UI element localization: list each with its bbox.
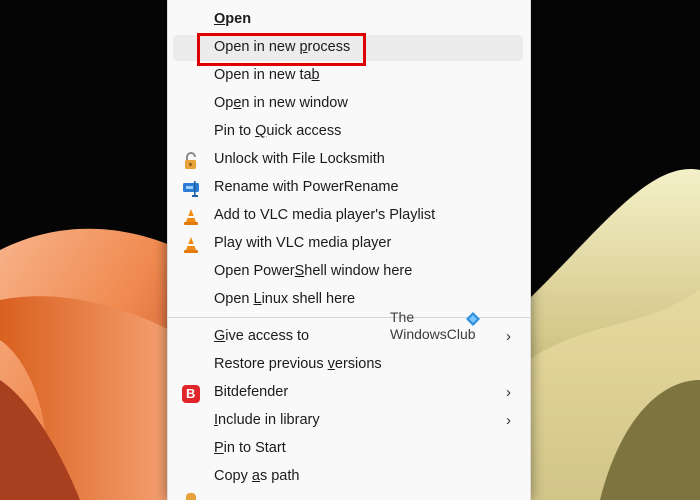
menu-item-open-in-new-window[interactable]: Open in new window xyxy=(173,91,523,117)
menu-item-label: Add to VLC media player's Playlist xyxy=(214,207,436,223)
menu-item-pin-to-start[interactable]: Pin to Start xyxy=(173,436,523,462)
chevron-right-icon: › xyxy=(506,328,511,345)
menu-item-label: Open in new tab xyxy=(214,67,320,83)
menu-item-open-in-new-tab[interactable]: Open in new tab xyxy=(173,63,523,89)
menu-item-label: Include in library xyxy=(214,412,320,428)
unlock-icon xyxy=(182,152,200,170)
menu-item-label: Unlock with File Locksmith xyxy=(214,151,385,167)
vlc-cone-icon xyxy=(182,208,200,226)
menu-item-label: Pin to Start xyxy=(214,440,286,456)
menu-item-open-powershell[interactable]: Open PowerShell window here xyxy=(173,259,523,285)
watermark-line1: The xyxy=(390,309,415,325)
menu-item-bitdefender[interactable]: B Bitdefender › xyxy=(173,380,523,406)
menu-item-play-vlc[interactable]: Play with VLC media player xyxy=(173,231,523,257)
vlc-cone-icon xyxy=(182,236,200,254)
menu-item-include-in-library[interactable]: Include in library › xyxy=(173,408,523,434)
menu-item-label: Open in new window xyxy=(214,95,348,111)
menu-item-label: Copy as path xyxy=(214,468,300,484)
highlight-box xyxy=(197,33,366,66)
menu-item-copy-as-path[interactable]: Copy as path xyxy=(173,464,523,490)
menu-item-open[interactable]: Open xyxy=(173,7,523,33)
bitdefender-icon: B xyxy=(182,385,200,403)
menu-item-label: Rename with PowerRename xyxy=(214,179,399,195)
menu-item-label: Open PowerShell window here xyxy=(214,263,413,279)
menu-item-label: Play with VLC media player xyxy=(214,235,392,251)
menu-item-restore-previous-versions[interactable]: Restore previous versions xyxy=(173,352,523,378)
watermark: The WindowsClub xyxy=(390,309,490,345)
partial-lock-icon xyxy=(186,493,196,500)
menu-item-pin-to-quick-access[interactable]: Pin to Quick access xyxy=(173,119,523,145)
menu-item-label: Give access to xyxy=(214,328,310,344)
menu-item-add-vlc-playlist[interactable]: Add to VLC media player's Playlist xyxy=(173,203,523,229)
menu-item-label: Pin to Quick access xyxy=(214,123,342,139)
menu-item-label: Open xyxy=(214,11,252,27)
menu-item-label: Restore previous versions xyxy=(214,356,382,372)
context-menu: Open Open in new process Open in new tab… xyxy=(167,0,531,500)
menu-item-unlock-file-locksmith[interactable]: Unlock with File Locksmith xyxy=(173,147,523,173)
menu-item-label: Open Linux shell here xyxy=(214,291,356,307)
windowsclub-logo xyxy=(465,311,481,327)
powerrename-icon xyxy=(182,180,200,198)
menu-item-rename-powerrename[interactable]: Rename with PowerRename xyxy=(173,175,523,201)
chevron-right-icon: › xyxy=(506,412,511,429)
menu-item-label: Bitdefender xyxy=(214,384,289,400)
chevron-right-icon: › xyxy=(506,384,511,401)
watermark-line2: WindowsClub xyxy=(390,326,476,342)
